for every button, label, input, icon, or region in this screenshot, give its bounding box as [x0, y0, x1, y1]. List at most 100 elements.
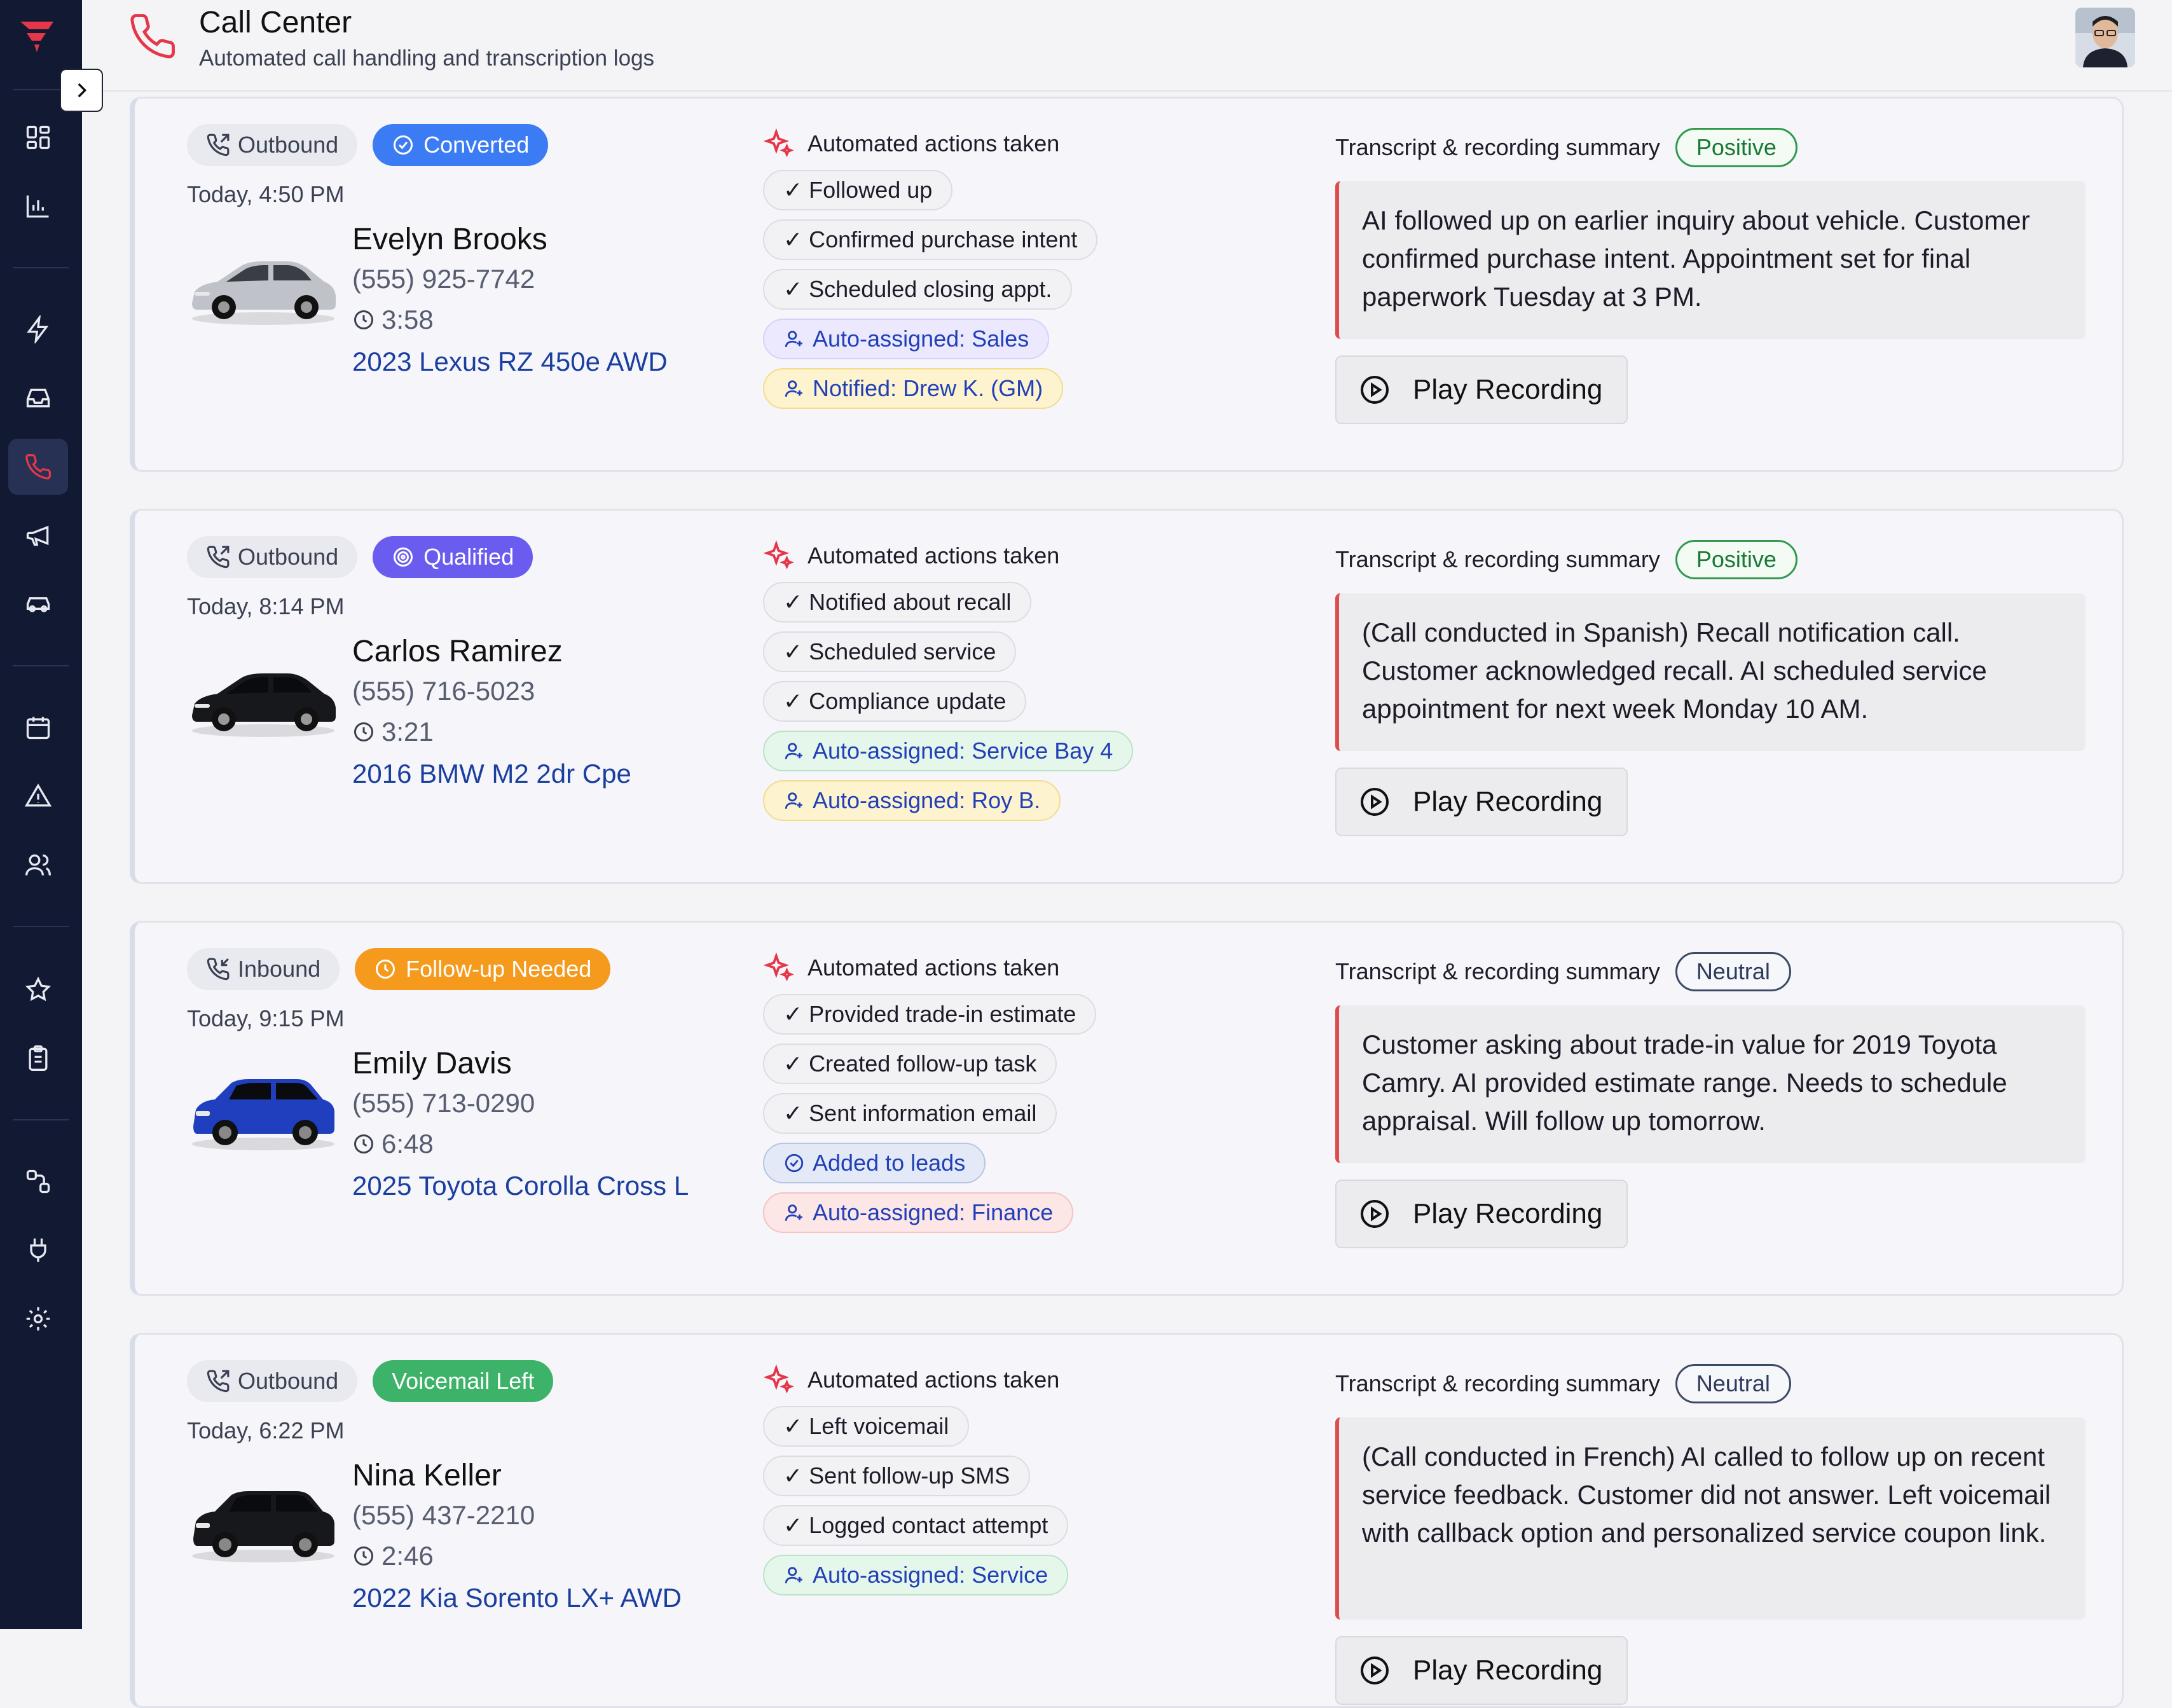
page-subtitle: Automated call handling and transcriptio…	[199, 46, 654, 71]
lightning-icon	[27, 315, 49, 343]
phone-icon	[130, 14, 175, 59]
vehicle-image	[187, 653, 340, 742]
call-direction-label: Outbound	[238, 132, 339, 158]
sidebar-toggle-button[interactable]	[60, 69, 103, 112]
action-pill: ✓ Compliance update	[763, 681, 1027, 722]
sidebar-item-campaigns[interactable]	[8, 507, 68, 563]
clock-icon	[352, 720, 375, 743]
summary-heading: Transcript & recording summary	[1335, 1370, 1660, 1396]
action-pill: ✓ Logged contact attempt	[763, 1505, 1069, 1546]
action-pill: ✓ Followed up	[763, 170, 953, 210]
megaphone-icon	[26, 525, 49, 546]
check-circle-icon	[783, 1152, 805, 1174]
play-recording-button[interactable]: Play Recording	[1335, 1180, 1628, 1248]
vehicle-link[interactable]: 2023 Lexus RZ 450e AWD	[352, 347, 668, 377]
page-title: Call Center	[199, 6, 352, 39]
play-icon	[1359, 787, 1390, 817]
sidebar-item-analytics[interactable]	[8, 178, 68, 234]
clock-icon	[352, 1545, 375, 1567]
user-plus-icon	[783, 378, 805, 399]
call-direction-label: Inbound	[238, 956, 321, 982]
actions-heading: Automated actions taken	[763, 1363, 1323, 1397]
sidebar-item-settings[interactable]	[8, 1291, 68, 1347]
actions-heading: Automated actions taken	[763, 539, 1323, 573]
sidebar-item-favorites[interactable]	[8, 961, 68, 1017]
vehicle-link[interactable]: 2025 Toyota Corolla Cross L	[352, 1171, 689, 1201]
sidebar-item-dashboard[interactable]	[8, 109, 68, 165]
assignment-pill: Auto-assigned: Finance	[763, 1192, 1074, 1233]
brand-logo[interactable]	[15, 13, 60, 57]
phone-icon	[25, 454, 51, 479]
duration-value: 3:21	[381, 717, 434, 747]
duration-value: 2:46	[381, 1541, 434, 1571]
call-direction-badge: Outbound	[187, 1360, 358, 1402]
customer-phone[interactable]: (555) 713-0290	[352, 1088, 535, 1119]
star-icon	[25, 976, 52, 1002]
call-direction-badge: Outbound	[187, 536, 358, 578]
call-duration: 3:58	[352, 305, 434, 335]
users-icon	[25, 854, 51, 876]
call-card[interactable]: Outbound Voicemail Left Today, 6:22 PM N…	[130, 1333, 2124, 1708]
customer-name: Nina Keller	[352, 1459, 502, 1492]
workflow-icon	[26, 1169, 50, 1194]
clock-icon	[352, 1133, 375, 1155]
user-plus-icon	[783, 1202, 805, 1223]
follow-up-icon	[374, 958, 397, 981]
actions-heading: Automated actions taken	[763, 951, 1323, 985]
assignment-pill: Auto-assigned: Service Bay 4	[763, 731, 1134, 771]
assignment-pill: Notified: Drew K. (GM)	[763, 368, 1064, 409]
customer-phone[interactable]: (555) 437-2210	[352, 1500, 535, 1531]
sparkle-icon	[763, 952, 795, 984]
assignment-pill: Auto-assigned: Sales	[763, 319, 1050, 359]
vehicle-image	[187, 1477, 340, 1566]
gear-icon	[26, 1307, 50, 1331]
play-recording-button[interactable]: Play Recording	[1335, 355, 1628, 424]
user-plus-icon	[783, 740, 805, 762]
vehicle-image	[187, 241, 340, 330]
call-card[interactable]: Outbound Converted Today, 4:50 PM Evelyn…	[130, 97, 2124, 472]
play-recording-label: Play Recording	[1413, 786, 1603, 817]
sentiment-badge: Positive	[1675, 128, 1797, 167]
outbound-call-icon	[206, 133, 230, 157]
action-pill: ✓ Created follow-up task	[763, 1043, 1057, 1084]
sidebar-item-calendar[interactable]	[8, 699, 68, 755]
call-card[interactable]: Inbound Follow-up Needed Today, 9:15 PM …	[130, 921, 2124, 1296]
play-recording-button[interactable]: Play Recording	[1335, 768, 1628, 836]
customer-phone[interactable]: (555) 925-7742	[352, 264, 535, 294]
call-summary: AI followed up on earlier inquiry about …	[1335, 181, 2086, 339]
sidebar-item-tasks[interactable]	[8, 1030, 68, 1086]
sidebar-item-integrations[interactable]	[8, 1222, 68, 1278]
outbound-call-icon	[206, 1369, 230, 1393]
play-recording-button[interactable]: Play Recording	[1335, 1636, 1628, 1705]
bar-chart-icon	[26, 195, 49, 218]
sidebar-item-workflows[interactable]	[8, 1154, 68, 1209]
sidebar-item-customers[interactable]	[8, 837, 68, 893]
status-label: Converted	[423, 132, 530, 158]
call-direction-label: Outbound	[238, 1368, 339, 1394]
vehicle-link[interactable]: 2016 BMW M2 2dr Cpe	[352, 759, 631, 789]
action-pill: ✓ Scheduled service	[763, 631, 1017, 672]
customer-name: Emily Davis	[352, 1047, 512, 1080]
action-pill: ✓ Provided trade-in estimate	[763, 994, 1097, 1035]
duration-value: 6:48	[381, 1129, 434, 1159]
sidebar-item-inventory[interactable]	[8, 576, 68, 632]
customer-phone[interactable]: (555) 716-5023	[352, 676, 535, 706]
actions-heading-label: Automated actions taken	[808, 1367, 1060, 1393]
sidebar-item-alerts[interactable]	[8, 768, 68, 824]
assignment-pill: Auto-assigned: Service	[763, 1555, 1069, 1595]
call-timestamp: Today, 4:50 PM	[187, 181, 345, 207]
vehicle-link[interactable]: 2022 Kia Sorento LX+ AWD	[352, 1583, 682, 1613]
actions-heading-label: Automated actions taken	[808, 542, 1060, 568]
play-recording-label: Play Recording	[1413, 1655, 1603, 1686]
action-pill: ✓ Sent information email	[763, 1093, 1057, 1134]
sidebar-item-call-center[interactable]	[8, 439, 68, 495]
customer-name: Evelyn Brooks	[352, 223, 547, 256]
call-card[interactable]: Outbound Qualified Today, 8:14 PM Carlos…	[130, 509, 2124, 884]
clock-icon	[352, 308, 375, 331]
inbox-icon	[26, 389, 50, 408]
sidebar-item-automations[interactable]	[8, 301, 68, 357]
avatar[interactable]	[2075, 8, 2135, 67]
sentiment-badge: Neutral	[1675, 1364, 1791, 1403]
sidebar-item-inbox[interactable]	[8, 370, 68, 426]
status-label: Voicemail Left	[392, 1368, 535, 1394]
